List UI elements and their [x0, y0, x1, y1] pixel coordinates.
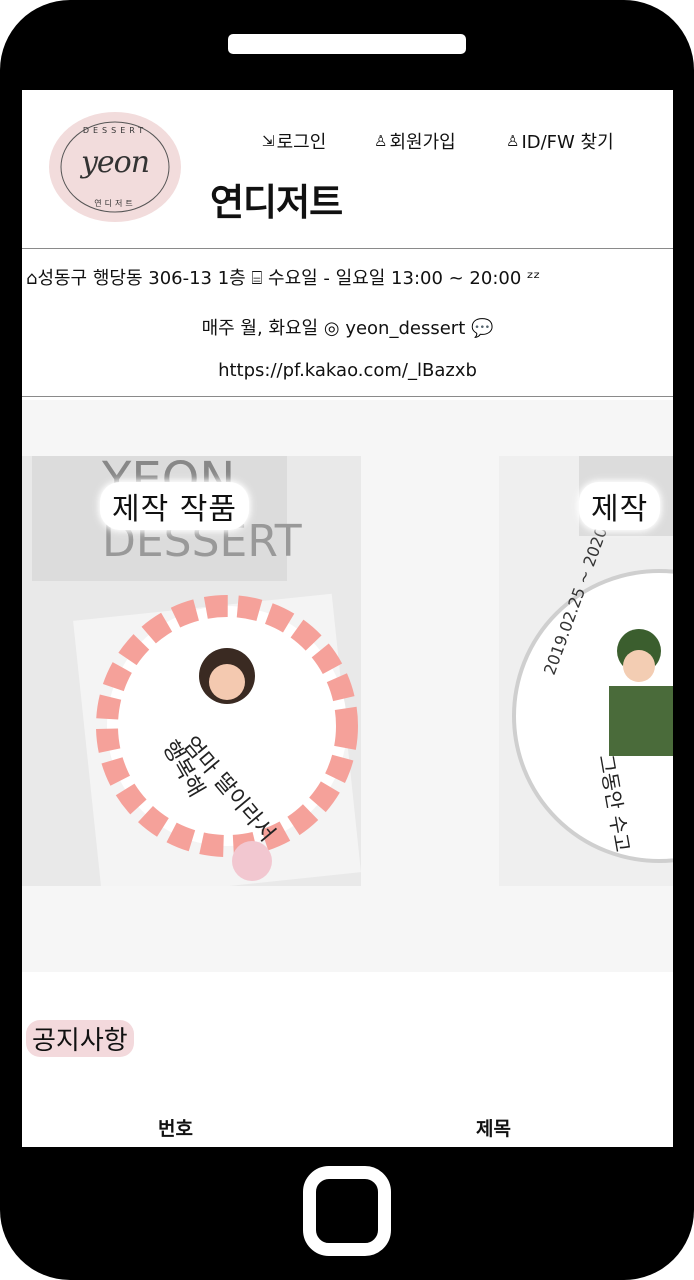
signup-link[interactable]: ♙ 회원가입: [374, 128, 456, 154]
sleep-icon: ᶻᶻ: [527, 268, 541, 289]
closed-text: 매주 월, 화요일: [201, 318, 319, 339]
notice-title: 공지사항: [26, 1020, 134, 1057]
find-account-label: ID/FW 찾기: [521, 132, 614, 153]
info-divider: [22, 396, 673, 397]
logo[interactable]: DESSERT yeon 연디저트: [49, 112, 181, 222]
table-header-number: 번호: [158, 1118, 193, 1140]
home-button[interactable]: [303, 1166, 391, 1256]
chat-icon: 💬: [470, 318, 494, 339]
login-label: 로그인: [276, 132, 327, 153]
gallery-card-label: 제작: [579, 482, 661, 530]
screen: DESSERT yeon 연디저트 ⇲ 로그인 ♙ 회원가입 ♙ ID/FW 찾…: [22, 90, 673, 1147]
phone-speaker: [228, 34, 466, 54]
table-header-title: 제목: [476, 1118, 511, 1140]
info-line-address: ⌂성동구 행당동 306-13 1층 ⌸ 수요일 - 일요일 13:00 ~ 2…: [26, 264, 673, 290]
kakao-link[interactable]: https://pf.kakao.com/_lBazxb: [22, 360, 673, 381]
login-link[interactable]: ⇲ 로그인: [262, 128, 326, 154]
instagram-handle[interactable]: yeon_dessert: [345, 318, 465, 339]
gallery-carousel[interactable]: YEON DESSERT 엄마 딸이라서 행복해 제작 작품: [22, 400, 673, 972]
gallery-card-label: 제작 작품: [100, 482, 249, 530]
logo-bottom-text: 연디저트: [94, 199, 136, 208]
home-icon: ⌂: [26, 268, 38, 289]
store-icon: ⌸: [251, 268, 263, 289]
info-line-closed: 매주 월, 화요일 ◎ yeon_dessert 💬: [22, 314, 673, 340]
signup-label: 회원가입: [389, 132, 456, 153]
user-add-icon: ♙: [374, 132, 388, 150]
gallery-card[interactable]: YEON DESSERT 엄마 딸이라서 행복해 제작 작품: [22, 456, 361, 886]
header-divider: [22, 248, 673, 249]
instagram-icon: ◎: [323, 318, 340, 339]
address-text: 성동구 행당동 306-13 1층: [37, 268, 246, 289]
find-account-link[interactable]: ♙ ID/FW 찾기: [506, 128, 614, 154]
user-search-icon: ♙: [506, 132, 520, 150]
hours-text: 수요일 - 일요일 13:00 ~ 20:00: [268, 268, 522, 289]
site-title: 연디저트: [210, 181, 343, 224]
phone-frame: DESSERT yeon 연디저트 ⇲ 로그인 ♙ 회원가입 ♙ ID/FW 찾…: [0, 0, 694, 1280]
login-icon: ⇲: [262, 132, 275, 150]
gallery-card[interactable]: 2019.02.25 ~ 2020.09 그동안 수고 제작: [499, 456, 673, 886]
logo-script-text: yeon: [80, 145, 150, 180]
logo-top-text: DESSERT: [82, 126, 148, 135]
